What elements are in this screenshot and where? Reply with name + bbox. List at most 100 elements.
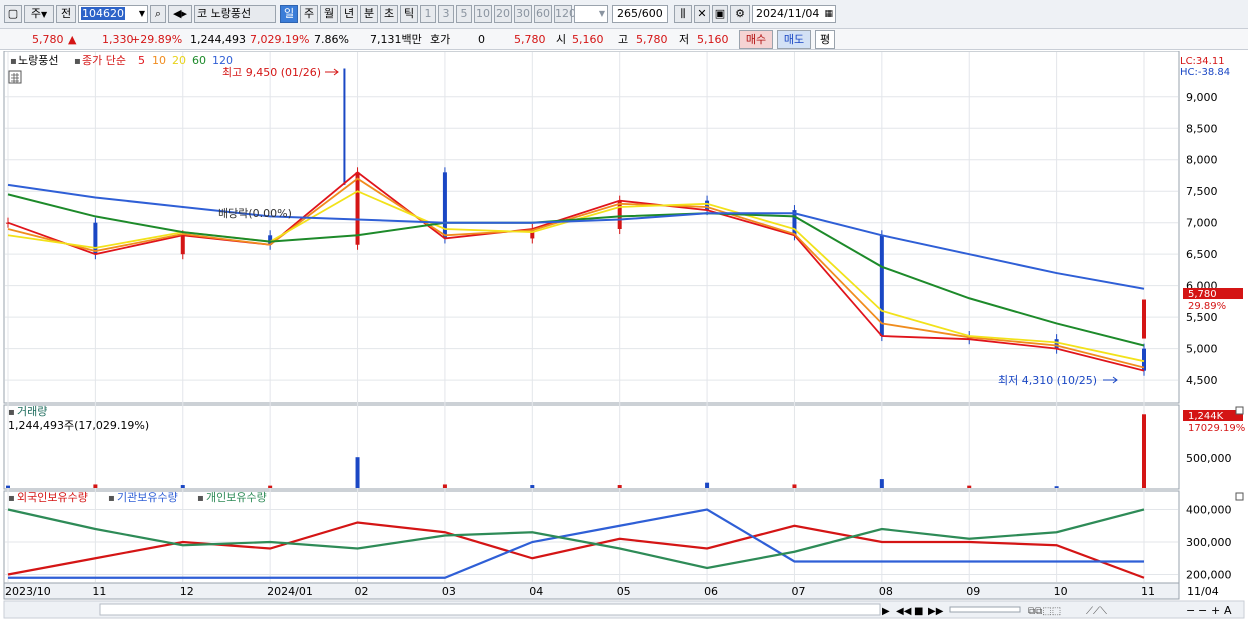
volume-value: 1,244,493 bbox=[190, 33, 246, 46]
volume-bar bbox=[268, 485, 273, 488]
up-arrow-icon: ▲ bbox=[68, 33, 77, 46]
high-label: 고 bbox=[618, 33, 629, 46]
volume-bar bbox=[792, 484, 797, 488]
ma-period-10: 10 bbox=[152, 54, 166, 67]
count-max: /600 bbox=[638, 7, 663, 20]
scroll-track[interactable] bbox=[99, 603, 881, 616]
price-y-tick: 5,000 bbox=[1186, 343, 1218, 356]
interval-1[interactable]: 1 bbox=[420, 5, 436, 23]
x-tick-label: 2023/10 bbox=[5, 585, 51, 598]
tab-day[interactable]: 일 bbox=[280, 5, 298, 23]
rewind-icon[interactable]: ◀◀ bbox=[896, 606, 912, 617]
interval-3[interactable]: 3 bbox=[438, 5, 454, 23]
current-price: 5,780 bbox=[32, 33, 64, 46]
market-short-label: 코 bbox=[197, 7, 208, 20]
close-icon[interactable] bbox=[1235, 492, 1244, 501]
chart-area[interactable]: 9,000 8,500 8,000 7,500 7,000 6,500 6,000 5,500… bbox=[0, 50, 1248, 621]
panel-marker-icon: ▪ bbox=[8, 493, 15, 504]
tab-year[interactable]: 년 bbox=[340, 5, 358, 23]
interval-30[interactable]: 30 bbox=[514, 5, 532, 23]
zoom-out-icon[interactable]: − bbox=[1186, 604, 1195, 617]
tab-second[interactable]: 초 bbox=[380, 5, 398, 23]
avg-button[interactable]: 평 bbox=[815, 30, 835, 49]
holding-y-tick: 200,000 bbox=[1186, 569, 1232, 582]
chart-svg[interactable]: 9,0008,5008,0007,5007,0006,5006,0005,500… bbox=[0, 50, 1248, 621]
play-icon[interactable]: ▶ bbox=[882, 606, 890, 617]
ma-period-5: 5 bbox=[138, 54, 145, 67]
candle-body bbox=[1054, 339, 1059, 349]
volume-bar bbox=[1142, 414, 1146, 488]
interval-5[interactable]: 5 bbox=[456, 5, 472, 23]
price-y-tick: 8,500 bbox=[1186, 122, 1218, 135]
save-icon[interactable]: ▣ bbox=[712, 5, 728, 23]
price-y-tick: 7,500 bbox=[1186, 185, 1218, 198]
buy-button[interactable]: 매수 bbox=[739, 30, 773, 49]
volume-bar bbox=[6, 485, 10, 488]
x-tick-label: 07 bbox=[791, 585, 805, 598]
font-size-icon[interactable]: A bbox=[1224, 604, 1232, 617]
calendar-icon[interactable]: ▦ bbox=[824, 6, 833, 22]
tab-month[interactable]: 월 bbox=[320, 5, 338, 23]
interval-120[interactable]: 120 bbox=[554, 5, 576, 23]
volume-last-tag: 1,244K bbox=[1188, 411, 1224, 422]
forward-icon[interactable]: ▶▶ bbox=[928, 606, 944, 617]
layout-icon[interactable]: ⧉⧉⬚⬚ bbox=[1028, 606, 1061, 617]
crosshair-icon[interactable]: ✕ bbox=[694, 5, 710, 23]
interval-20[interactable]: 20 bbox=[494, 5, 512, 23]
chevron-down-icon: ▼ bbox=[598, 9, 605, 18]
prev-button[interactable]: 전 bbox=[56, 5, 76, 23]
speaker-icon[interactable]: ◀▸ bbox=[168, 5, 192, 23]
chevron-down-icon[interactable]: ▼ bbox=[139, 6, 145, 22]
zoom-in-icon[interactable]: + bbox=[1211, 604, 1220, 617]
panel-marker-icon: ▪ bbox=[108, 493, 115, 504]
market-select[interactable]: 주▼ bbox=[24, 5, 54, 23]
gear-icon[interactable]: ⚙ bbox=[730, 5, 750, 23]
hoga-value: 0 bbox=[478, 33, 485, 46]
quote-bar: 5,780 ▲ 1,330 +29.89% 1,244,493 7,029.19… bbox=[0, 29, 1248, 50]
x-tick-label: 09 bbox=[966, 585, 980, 598]
zoom-slider[interactable] bbox=[949, 606, 1021, 613]
close-icon[interactable] bbox=[1235, 406, 1244, 415]
interval-60[interactable]: 60 bbox=[534, 5, 552, 23]
tab-week[interactable]: 주 bbox=[300, 5, 318, 23]
volume-bar bbox=[705, 482, 710, 488]
tab-minute[interactable]: 분 bbox=[360, 5, 378, 23]
stock-name-box[interactable]: 코 노랑풍선 bbox=[194, 5, 276, 23]
interval-select[interactable]: ▼ bbox=[574, 5, 608, 23]
price-y-tick: 8,000 bbox=[1186, 154, 1218, 167]
candle-body bbox=[355, 172, 360, 245]
market-select-label: 주 bbox=[30, 7, 41, 20]
holding-y-tick: 400,000 bbox=[1186, 504, 1232, 517]
max-price-label: 최고 9,450 (01/26) bbox=[222, 66, 321, 79]
date-input[interactable]: 2024/11/04 ▦ bbox=[752, 5, 836, 23]
search-icon[interactable]: ⌕ bbox=[150, 5, 166, 23]
volume-pct-tag: 17029.19% bbox=[1188, 423, 1245, 434]
code-input[interactable]: 104620 ▼ bbox=[78, 5, 148, 23]
volume-y-tick: 500,000 bbox=[1186, 452, 1232, 465]
chart-type-icon[interactable]: ▢ bbox=[4, 5, 22, 23]
min-price-label: 최저 4,310 (10/25) bbox=[998, 374, 1097, 387]
count-input[interactable]: 265/600 bbox=[612, 5, 668, 23]
draw-tools-icon[interactable]: ⟋⟋⟍ bbox=[1086, 606, 1107, 617]
tab-tick[interactable]: 틱 bbox=[400, 5, 418, 23]
interval-10[interactable]: 10 bbox=[474, 5, 492, 23]
x-tick-label: 11 bbox=[92, 585, 106, 598]
x-tick-label: 10 bbox=[1054, 585, 1068, 598]
panel-marker-icon: ▪ bbox=[74, 56, 81, 67]
sell-button[interactable]: 매도 bbox=[777, 30, 811, 49]
volume-bar bbox=[180, 485, 185, 488]
price-y-tick: 9,000 bbox=[1186, 91, 1218, 104]
volume-bar bbox=[530, 485, 535, 488]
legend-institution: 기관보유수량 bbox=[117, 491, 178, 504]
x-tick-label: 11/04 bbox=[1187, 585, 1219, 598]
stop-icon[interactable]: ■ bbox=[914, 606, 923, 617]
stock-name-label: 노랑풍선 bbox=[210, 7, 252, 20]
legend-individual: 개인보유수량 bbox=[206, 491, 267, 504]
last-candle bbox=[1142, 299, 1146, 339]
last-pct-tag: 29.89% bbox=[1188, 301, 1226, 312]
candle-icon[interactable]: ⫼ bbox=[674, 5, 692, 23]
hoga-label: 호가 bbox=[430, 33, 451, 46]
zoom-minus-icon[interactable]: − bbox=[1198, 604, 1207, 617]
volume-bar bbox=[617, 485, 622, 488]
price-y-tick: 4,500 bbox=[1186, 374, 1218, 387]
